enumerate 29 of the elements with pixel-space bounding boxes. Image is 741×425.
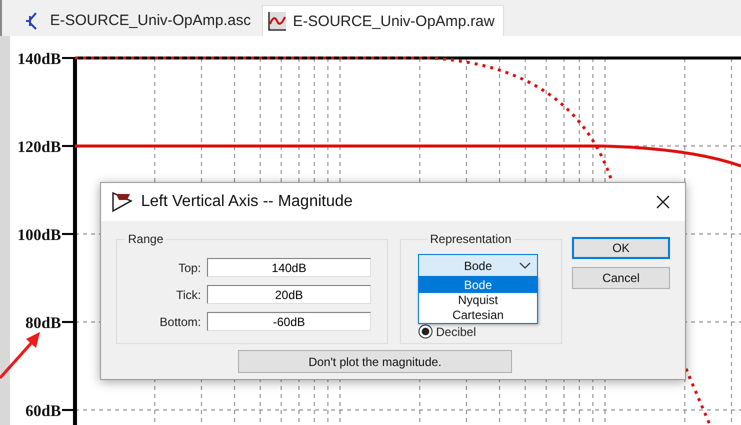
group-title: Range [125, 232, 166, 246]
axis-tick-label: 140dB [17, 51, 61, 68]
dont-plot-button[interactable]: Don't plot the magnitude. [238, 350, 512, 373]
dropdown-option[interactable]: Bode [419, 278, 537, 293]
document-tab[interactable]: E-SOURCE_Univ-OpAmp.raw [262, 5, 504, 36]
input-field[interactable]: -60dB [207, 312, 371, 331]
field-label: Bottom: [160, 314, 201, 328]
radio-label: Decibel [436, 324, 476, 338]
field-label: Tick: [176, 288, 201, 302]
representation-dropdown[interactable]: Bode [418, 254, 538, 277]
field-label: Top: [178, 260, 201, 274]
close-icon [655, 194, 671, 210]
flag-icon [111, 191, 133, 213]
radio-button[interactable] [418, 324, 433, 339]
annotation-arrow [0, 330, 42, 380]
axis-tick-label: 100dB [17, 227, 61, 244]
input-field[interactable]: 20dB [207, 285, 371, 304]
axis-tick-label: 60dB [25, 403, 61, 420]
dialog-button[interactable]: Cancel [572, 267, 670, 289]
axis-tick-label: 80dB [25, 315, 61, 332]
axis-tick-label: 120dB [17, 139, 61, 156]
dropdown-option[interactable]: Nyquist [419, 293, 537, 308]
caret-icon [519, 262, 531, 270]
input-field[interactable]: 140dB [207, 258, 371, 277]
waveform-icon [266, 11, 287, 31]
group-title: Representation [427, 232, 514, 246]
dialog-button[interactable]: OK [572, 237, 670, 259]
dialog-title: Left Vertical Axis -- Magnitude [141, 193, 354, 211]
dropdown-option[interactable]: Cartesian [419, 308, 537, 323]
